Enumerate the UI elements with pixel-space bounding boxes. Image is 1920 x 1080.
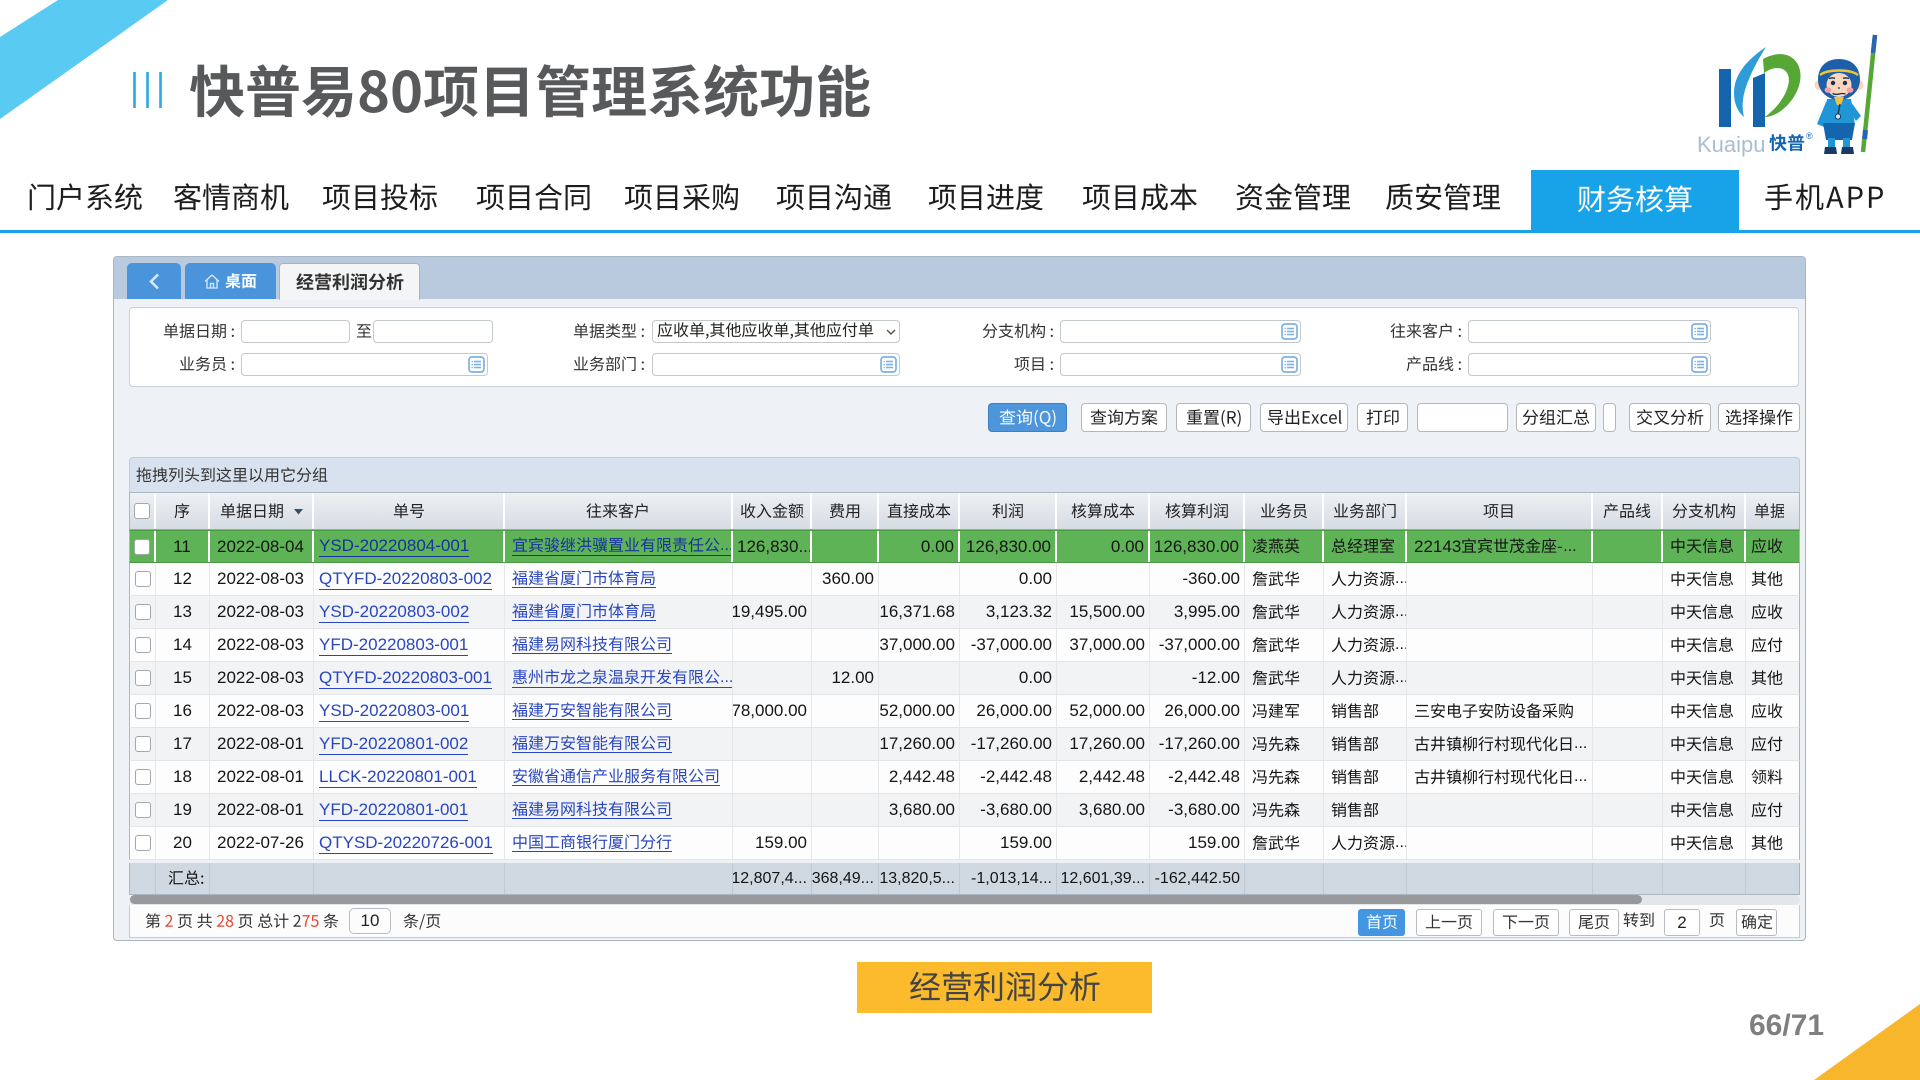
svg-text:Kuaipu: Kuaipu <box>1697 132 1766 157</box>
